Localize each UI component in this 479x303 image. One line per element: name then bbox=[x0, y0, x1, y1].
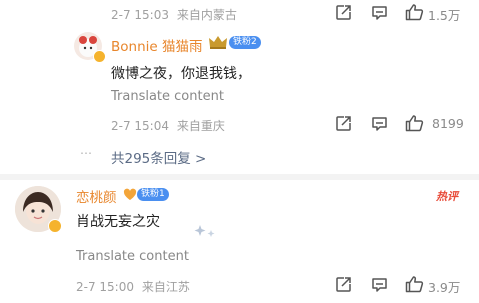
like-icon[interactable] bbox=[405, 114, 424, 132]
comment-meta: 2-7 15:04 来自重庆 bbox=[111, 117, 225, 134]
fan-badge: 铁粉2 bbox=[229, 36, 261, 49]
crown-icon bbox=[208, 35, 228, 49]
comment-time: 2-7 15:03 bbox=[111, 8, 169, 22]
divider bbox=[0, 174, 479, 180]
username[interactable]: Bonnie 猫猫雨 bbox=[111, 35, 202, 55]
comment-icon[interactable] bbox=[371, 277, 388, 293]
share-icon[interactable] bbox=[335, 4, 352, 21]
view-replies-link[interactable]: 共295条回复 > bbox=[111, 147, 206, 167]
sparkle-icon bbox=[193, 222, 219, 242]
verified-badge-icon bbox=[93, 50, 106, 63]
comment-icon[interactable] bbox=[371, 5, 388, 21]
comment-time: 2-7 15:00 bbox=[76, 280, 134, 294]
like-count: 8199 bbox=[432, 116, 464, 131]
hot-comment-tag: 热评 bbox=[436, 190, 458, 203]
comment-location: 来自江苏 bbox=[141, 280, 190, 294]
comment-location: 来自重庆 bbox=[176, 119, 225, 133]
translate-link[interactable]: Translate content bbox=[76, 249, 189, 264]
like-icon[interactable] bbox=[405, 275, 424, 293]
comment-meta: 2-7 15:00 来自江苏 bbox=[76, 278, 190, 295]
comment-icon[interactable] bbox=[371, 116, 388, 132]
dots-icon: ⋯ bbox=[80, 146, 93, 160]
comment-text: 微博之夜，你退我钱， bbox=[111, 66, 251, 82]
comment-top-meta: 2-7 15:03 来自内蒙古 bbox=[111, 6, 237, 23]
comment-location: 来自内蒙古 bbox=[176, 8, 237, 22]
fan-badge: 铁粉1 bbox=[137, 188, 169, 201]
verified-badge-icon bbox=[48, 219, 62, 233]
username[interactable]: 恋桃颜 bbox=[76, 186, 117, 206]
fan-heart-icon bbox=[123, 188, 137, 201]
share-icon[interactable] bbox=[335, 115, 352, 132]
like-count: 3.9万 bbox=[428, 280, 461, 295]
comment-time: 2-7 15:04 bbox=[111, 119, 169, 133]
translate-link[interactable]: Translate content bbox=[111, 89, 224, 104]
comment-text: 肖战无妄之灾 bbox=[76, 214, 160, 230]
share-icon[interactable] bbox=[335, 276, 352, 293]
like-count: 1.5万 bbox=[428, 8, 461, 23]
like-icon[interactable] bbox=[405, 3, 424, 21]
